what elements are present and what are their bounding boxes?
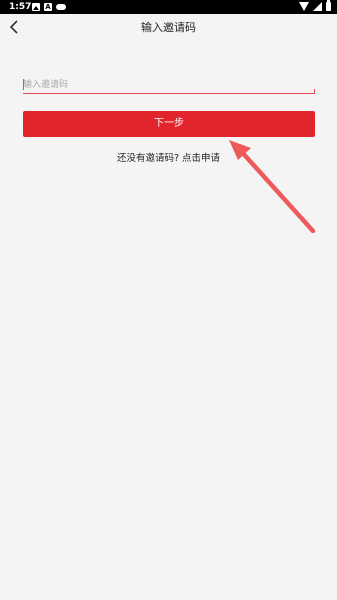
signal-icon	[313, 2, 322, 11]
status-bar: 1:57 A	[0, 0, 337, 14]
next-button[interactable]: 下一步	[23, 111, 315, 137]
image-icon	[32, 3, 40, 11]
a-icon: A	[44, 3, 52, 11]
app-bar: 输入邀请码	[0, 14, 337, 40]
status-time: 1:57	[9, 2, 32, 12]
gamepad-icon	[56, 4, 66, 10]
apply-prompt: 还没有邀请码? 点击申请	[0, 150, 337, 164]
apply-link[interactable]: 点击申请	[182, 153, 220, 164]
system-icons	[299, 0, 331, 11]
invite-code-field[interactable]	[23, 77, 315, 94]
page-title: 输入邀请码	[141, 21, 196, 34]
no-code-text: 还没有邀请码?	[116, 153, 179, 164]
battery-icon	[326, 0, 331, 11]
wifi-icon	[299, 2, 309, 11]
invite-code-input[interactable]	[23, 77, 315, 92]
notification-icons: A	[32, 3, 66, 11]
text-cursor	[23, 79, 24, 90]
